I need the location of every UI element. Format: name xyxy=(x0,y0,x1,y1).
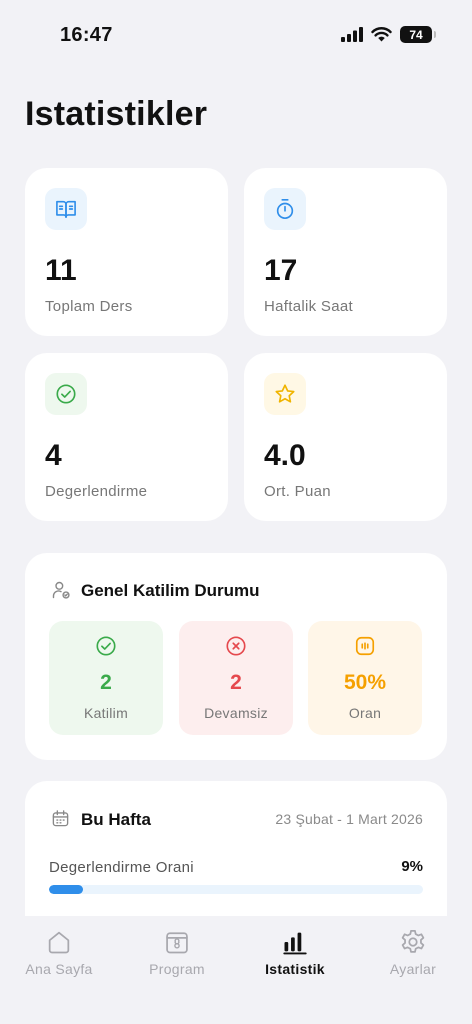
stat-label: Haftalik Saat xyxy=(264,298,353,315)
attendance-present[interactable]: 2 Katilim xyxy=(49,621,163,735)
bar-chart-icon xyxy=(236,926,354,958)
tab-program[interactable]: Program xyxy=(118,926,236,986)
tab-home[interactable]: Ana Sayfa xyxy=(0,926,118,986)
attendance-value: 2 xyxy=(100,671,112,694)
stat-card-average-score[interactable]: 4.0 Ort. Puan xyxy=(244,353,447,521)
attendance-card: Genel Katilim Durumu 2 Katilim 2 Devamsi… xyxy=(25,553,447,760)
progress-fill xyxy=(49,885,83,894)
stat-value: 11 xyxy=(45,254,77,287)
page-title: Istatistikler xyxy=(25,95,208,133)
star-icon xyxy=(264,373,306,415)
calendar-icon xyxy=(52,810,69,827)
user-check-icon xyxy=(52,581,70,599)
attendance-label: Devamsiz xyxy=(204,705,268,721)
signal-icon xyxy=(341,27,363,42)
stat-value: 17 xyxy=(264,254,298,287)
tab-label: Istatistik xyxy=(265,961,325,977)
tab-statistics[interactable]: Istatistik xyxy=(236,926,354,986)
status-bar: 16:47 74 xyxy=(0,0,472,70)
attendance-label: Katilim xyxy=(83,705,129,721)
check-circle-icon xyxy=(49,635,163,657)
battery-indicator: 74 xyxy=(400,26,436,43)
attendance-value: 50% xyxy=(343,671,387,694)
gauge-icon xyxy=(308,635,422,657)
stat-card-total-lessons[interactable]: 11 Toplam Ders xyxy=(25,168,228,336)
status-time: 16:47 xyxy=(60,24,113,46)
evaluation-progress-bar xyxy=(49,885,423,894)
wifi-icon xyxy=(371,27,392,42)
stat-card-evaluations[interactable]: 4 Degerlendirme xyxy=(25,353,228,521)
book-icon xyxy=(45,188,87,230)
tab-label: Program xyxy=(149,961,205,977)
stat-value: 4.0 xyxy=(264,439,306,472)
section-title: Genel Katilim Durumu xyxy=(81,581,260,600)
stat-card-weekly-hours[interactable]: 17 Haftalik Saat xyxy=(244,168,447,336)
stopwatch-icon xyxy=(264,188,306,230)
stat-label: Degerlendirme xyxy=(45,483,148,500)
tab-label: Ayarlar xyxy=(389,961,437,977)
stat-label: Ort. Puan xyxy=(264,483,331,500)
attendance-value: 2 xyxy=(230,671,242,694)
check-circle-icon xyxy=(45,373,87,415)
attendance-rate[interactable]: 50% Oran xyxy=(308,621,422,735)
stat-value: 4 xyxy=(45,439,62,472)
status-icons: 74 xyxy=(341,26,436,43)
attendance-absent[interactable]: 2 Devamsiz xyxy=(179,621,293,735)
x-circle-icon xyxy=(179,635,293,657)
attendance-label: Oran xyxy=(348,705,382,721)
evaluation-rate-label: Degerlendirme Orani xyxy=(49,859,194,876)
tab-bar: Ana Sayfa Program Istatistik Ayarlar xyxy=(0,916,472,1024)
home-icon xyxy=(0,926,118,958)
evaluation-rate-value: 9% xyxy=(401,858,423,875)
stat-label: Toplam Ders xyxy=(45,298,133,315)
week-range: 23 Şubat - 1 Mart 2026 xyxy=(275,811,423,827)
tab-settings[interactable]: Ayarlar xyxy=(354,926,472,986)
tab-label: Ana Sayfa xyxy=(25,961,93,977)
gear-icon xyxy=(354,926,472,958)
section-title: Bu Hafta xyxy=(81,810,151,829)
calendar-icon xyxy=(118,926,236,958)
